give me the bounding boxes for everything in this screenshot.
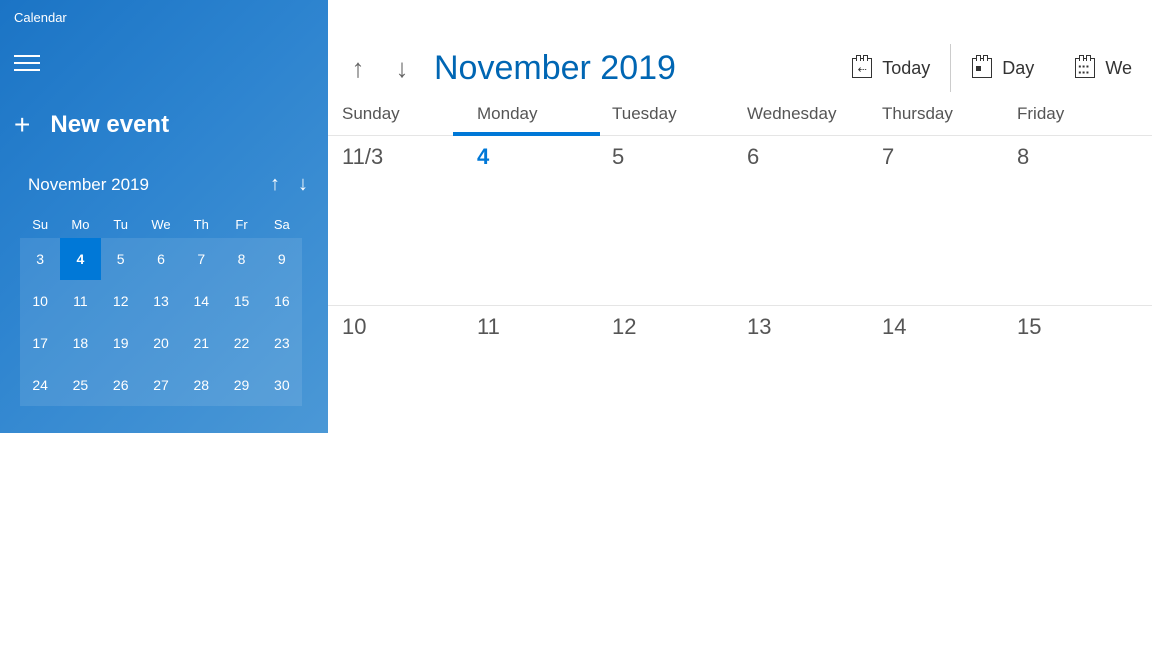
calendar-grid: 11/345678101112131415 [328,136,1152,433]
app-title: Calendar [0,0,328,25]
weekday-header: Wednesday [733,96,868,135]
mini-day-header: Mo [60,210,100,238]
calendar-day-cell[interactable]: 12 [598,306,733,433]
week-view-button[interactable]: ▪▪▪▪▪▪ We [1054,40,1152,96]
mini-next-month-icon[interactable]: ↓ [298,173,308,196]
mini-day-cell[interactable]: 18 [60,322,100,364]
today-button[interactable]: ⇠ Today [831,40,950,96]
calendar-day-cell[interactable]: 11/3 [328,136,463,305]
mini-day-cell[interactable]: 28 [181,364,221,406]
calendar-week-row: 11/345678 [328,136,1152,306]
calendar-day-cell[interactable]: 6 [733,136,868,305]
mini-day-cell[interactable]: 17 [20,322,60,364]
mini-day-cell[interactable]: 20 [141,322,181,364]
new-event-label: New event [50,111,169,139]
calendar-day-cell[interactable]: 13 [733,306,868,433]
calendar-day-cell[interactable]: 8 [1003,136,1138,305]
weekday-header: Monday [463,96,598,135]
sidebar: Calendar + New event November 2019 ↑ ↓ S… [0,0,328,433]
mini-day-header: Su [20,210,60,238]
mini-day-cell[interactable]: 12 [101,280,141,322]
mini-day-cell[interactable]: 26 [101,364,141,406]
mini-day-header: Fr [221,210,261,238]
week-label: We [1105,58,1132,79]
calendar-day-cell[interactable]: 11 [463,306,598,433]
today-label: Today [882,58,930,79]
next-month-icon[interactable]: ↓ [380,53,424,84]
mini-day-cell[interactable]: 25 [60,364,100,406]
mini-day-header: We [141,210,181,238]
calendar-week-icon: ▪▪▪▪▪▪ [1075,58,1095,78]
mini-day-cell[interactable]: 16 [262,280,302,322]
weekday-header: Tuesday [598,96,733,135]
mini-day-cell[interactable]: 8 [221,238,261,280]
mini-day-cell[interactable]: 10 [20,280,60,322]
mini-day-cell[interactable]: 15 [221,280,261,322]
mini-day-cell[interactable]: 29 [221,364,261,406]
day-view-button[interactable]: Day [951,40,1054,96]
main-area: ↑ ↓ November 2019 ⇠ Today Day ▪▪▪▪▪▪ We … [328,0,1152,433]
mini-day-cell[interactable]: 9 [262,238,302,280]
mini-day-cell[interactable]: 5 [101,238,141,280]
mini-day-cell[interactable]: 19 [101,322,141,364]
new-event-button[interactable]: + New event [14,111,328,139]
mini-day-cell[interactable]: 14 [181,280,221,322]
weekday-header: Friday [1003,96,1138,135]
mini-day-header: Th [181,210,221,238]
mini-day-header: Sa [262,210,302,238]
weekday-header: Thursday [868,96,1003,135]
weekday-header: Sunday [328,96,463,135]
calendar-day-icon [972,58,992,78]
prev-month-icon[interactable]: ↑ [336,53,380,84]
weekday-header-row: SundayMondayTuesdayWednesdayThursdayFrid… [328,96,1152,136]
calendar-day-cell[interactable]: 7 [868,136,1003,305]
month-title: November 2019 [434,49,676,88]
plus-icon: + [14,111,30,139]
mini-calendar-title: November 2019 [28,175,149,195]
mini-day-cell[interactable]: 27 [141,364,181,406]
mini-day-cell[interactable]: 24 [20,364,60,406]
mini-day-cell[interactable]: 22 [221,322,261,364]
day-label: Day [1002,58,1034,79]
mini-calendar: SuMoTuWeThFrSa 3456789 10111213141516 1718… [20,210,302,406]
mini-day-cell[interactable]: 11 [60,280,100,322]
mini-day-cell[interactable]: 30 [262,364,302,406]
calendar-week-row: 101112131415 [328,306,1152,433]
toolbar: ↑ ↓ November 2019 ⇠ Today Day ▪▪▪▪▪▪ We [328,0,1152,96]
mini-day-cell[interactable]: 6 [141,238,181,280]
calendar-day-cell[interactable]: 14 [868,306,1003,433]
mini-day-header: Tu [101,210,141,238]
mini-day-cell[interactable]: 13 [141,280,181,322]
calendar-day-cell[interactable]: 5 [598,136,733,305]
calendar-day-cell[interactable]: 4 [463,136,598,305]
calendar-today-icon: ⇠ [852,58,872,78]
mini-day-cell[interactable]: 3 [20,238,60,280]
mini-day-cell[interactable]: 21 [181,322,221,364]
calendar-day-cell[interactable]: 15 [1003,306,1138,433]
mini-day-cell[interactable]: 23 [262,322,302,364]
mini-day-cell[interactable]: 4 [60,238,100,280]
calendar-day-cell[interactable]: 10 [328,306,463,433]
hamburger-menu-icon[interactable] [14,55,40,71]
mini-day-cell[interactable]: 7 [181,238,221,280]
mini-prev-month-icon[interactable]: ↑ [270,173,280,196]
